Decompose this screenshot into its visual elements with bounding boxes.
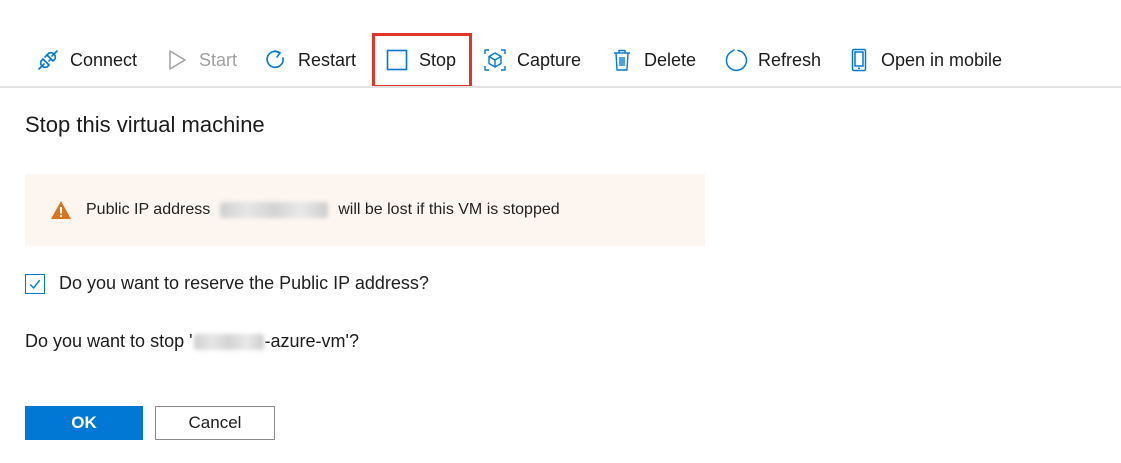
warning-icon [50,200,72,220]
connect-label: Connect [70,49,138,70]
restart-icon [264,48,288,72]
mobile-icon [847,48,871,72]
stop-highlight-box [372,33,472,88]
ok-button[interactable]: OK [25,406,143,440]
warning-text-prefix: Public IP address [86,201,211,218]
command-bar: Connect Start Restart Stop Capture Delet… [0,0,1121,88]
warning-text-suffix: will be lost if this VM is stopped [338,201,560,218]
start-label: Start [199,49,238,70]
play-icon [165,48,189,72]
plug-icon [36,48,60,72]
refresh-icon [724,48,748,72]
open-in-mobile-label: Open in mobile [881,49,1003,70]
connect-button[interactable]: Connect [36,44,137,76]
dialog-title: Stop this virtual machine [25,112,265,137]
stop-confirm-question: Do you want to stop ' -azure-vm'? [25,331,359,352]
capture-button[interactable]: Capture [483,44,581,76]
redacted-ip-address [220,202,329,218]
start-button[interactable]: Start [165,44,237,76]
redacted-vm-name [193,333,264,350]
refresh-button[interactable]: Refresh [724,44,821,76]
refresh-label: Refresh [758,49,822,70]
delete-button[interactable]: Delete [610,44,696,76]
delete-label: Delete [644,49,697,70]
cancel-button[interactable]: Cancel [155,406,275,440]
question-prefix: Do you want to stop ' [25,331,193,351]
restart-label: Restart [298,49,357,70]
capture-icon [483,48,507,72]
reserve-ip-checkbox[interactable] [25,273,45,294]
warning-banner: Public IP address will be lost if this V… [25,174,705,246]
trash-icon [610,48,634,72]
question-suffix: -azure-vm'? [264,331,359,351]
capture-label: Capture [517,49,582,70]
reserve-ip-label: Do you want to reserve the Public IP add… [59,273,429,293]
open-in-mobile-button[interactable]: Open in mobile [847,44,1002,76]
reserve-ip-row: Do you want to reserve the Public IP add… [25,273,429,294]
checkmark-icon [29,279,41,289]
toolbar-divider [0,86,1121,88]
restart-button[interactable]: Restart [264,44,356,76]
